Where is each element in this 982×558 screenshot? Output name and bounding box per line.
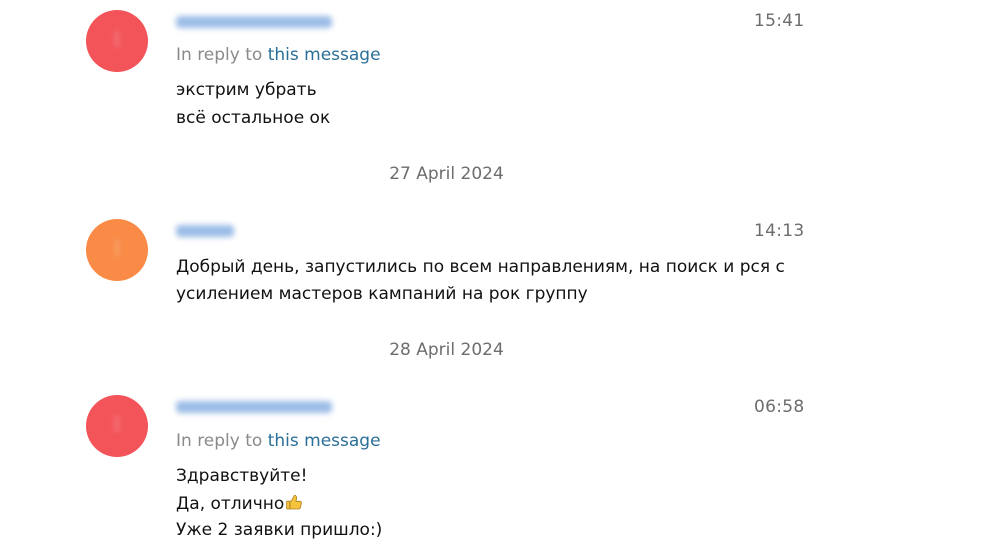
message-text: Да, отлично [176,494,285,514]
avatar-initial: I [113,237,121,262]
message-text-line-with-emoji: Да, отлично [176,493,303,514]
sender-name-redacted[interactable] [176,401,332,413]
sender-name-redacted[interactable] [176,16,332,28]
thumbs-up-icon [285,493,303,511]
avatar[interactable]: I [86,10,148,72]
message-text-line: экстрим убрать [176,80,317,100]
message-text-line: всё остальное ок [176,108,331,128]
message-time: 06:58 [754,397,805,417]
message-time: 15:41 [754,11,805,31]
reply-header: In reply to this message [176,431,381,451]
reply-prefix: In reply to [176,431,263,451]
reply-header: In reply to this message [176,45,381,65]
reply-link[interactable]: this message [268,431,381,451]
message-text-line: усилением мастеров кампаний на рок групп… [176,284,588,304]
message-text-line: Уже 2 заявки пришло:) [176,520,383,540]
reply-prefix: In reply to [176,45,263,65]
avatar[interactable]: I [86,395,148,457]
message-text-line: Добрый день, запустились по всем направл… [176,257,785,277]
avatar[interactable]: I [86,219,148,281]
sender-name-redacted[interactable] [176,225,234,237]
reply-link[interactable]: this message [268,45,381,65]
message-text-line: Здравствуйте! [176,466,308,486]
avatar-initial: I [113,28,121,53]
date-separator: 27 April 2024 [389,164,504,184]
avatar-initial: I [113,413,121,438]
message-time: 14:13 [754,221,805,241]
date-separator: 28 April 2024 [389,340,504,360]
